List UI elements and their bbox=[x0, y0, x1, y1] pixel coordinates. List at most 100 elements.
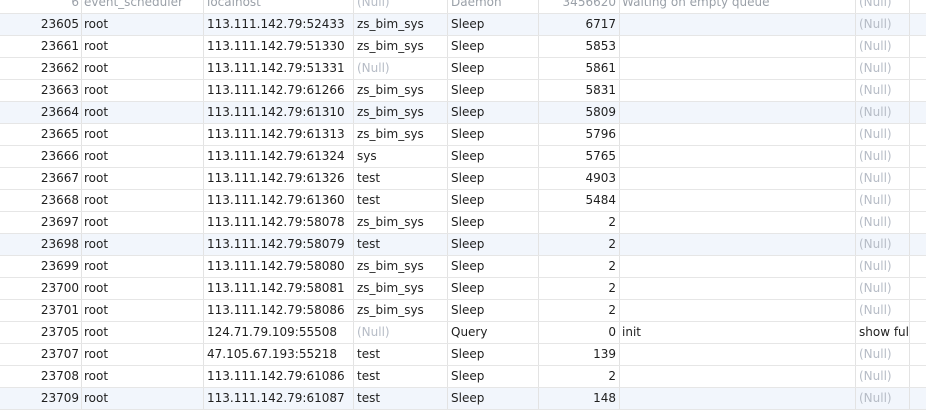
cell-command[interactable]: Sleep bbox=[448, 36, 539, 57]
cell-user[interactable]: root bbox=[82, 190, 204, 211]
cell-id[interactable]: 23709 bbox=[0, 388, 82, 409]
cell-user[interactable]: root bbox=[82, 146, 204, 167]
cell-db[interactable]: (Null) bbox=[354, 58, 448, 79]
table-row[interactable]: 23662 root 113.111.142.79:51331 (Null) Sleep… bbox=[0, 58, 926, 80]
cell-info[interactable]: (Null) bbox=[856, 14, 910, 35]
cell-user[interactable]: event_scheduler bbox=[82, 0, 204, 13]
cell-user[interactable]: root bbox=[82, 36, 204, 57]
cell-host[interactable]: 113.111.142.79:61087 bbox=[204, 388, 354, 409]
cell-command[interactable]: Sleep bbox=[448, 168, 539, 189]
cell-db[interactable]: test bbox=[354, 344, 448, 365]
cell-user[interactable]: root bbox=[82, 102, 204, 123]
cell-command[interactable]: Sleep bbox=[448, 146, 539, 167]
cell-user[interactable]: root bbox=[82, 344, 204, 365]
cell-state[interactable] bbox=[620, 212, 856, 233]
cell-state[interactable] bbox=[620, 36, 856, 57]
cell-time[interactable]: 5796 bbox=[539, 124, 620, 145]
cell-time[interactable]: 5765 bbox=[539, 146, 620, 167]
cell-state[interactable] bbox=[620, 102, 856, 123]
cell-command[interactable]: Query bbox=[448, 322, 539, 343]
cell-db[interactable]: zs_bim_sys bbox=[354, 300, 448, 321]
table-row[interactable]: 23667 root 113.111.142.79:61326 test Sleep 49… bbox=[0, 168, 926, 190]
cell-host[interactable]: 113.111.142.79:52433 bbox=[204, 14, 354, 35]
cell-info[interactable]: (Null) bbox=[856, 80, 910, 101]
cell-info[interactable]: (Null) bbox=[856, 344, 910, 365]
cell-command[interactable]: Sleep bbox=[448, 212, 539, 233]
cell-host[interactable]: 113.111.142.79:61266 bbox=[204, 80, 354, 101]
cell-host[interactable]: 113.111.142.79:58080 bbox=[204, 256, 354, 277]
cell-time[interactable]: 5853 bbox=[539, 36, 620, 57]
cell-user[interactable]: root bbox=[82, 366, 204, 387]
cell-id[interactable]: 23662 bbox=[0, 58, 82, 79]
cell-user[interactable]: root bbox=[82, 58, 204, 79]
cell-time[interactable]: 5831 bbox=[539, 80, 620, 101]
cell-host[interactable]: localhost bbox=[204, 0, 354, 13]
cell-command[interactable]: Sleep bbox=[448, 388, 539, 409]
table-row[interactable]: 23699 root 113.111.142.79:58080 zs_bim_sys S… bbox=[0, 256, 926, 278]
cell-user[interactable]: root bbox=[82, 300, 204, 321]
cell-state[interactable] bbox=[620, 58, 856, 79]
table-row[interactable]: 23668 root 113.111.142.79:61360 test Sleep 54… bbox=[0, 190, 926, 212]
cell-time[interactable]: 2 bbox=[539, 300, 620, 321]
cell-host[interactable]: 113.111.142.79:61310 bbox=[204, 102, 354, 123]
cell-host[interactable]: 113.111.142.79:58081 bbox=[204, 278, 354, 299]
cell-time[interactable]: 5809 bbox=[539, 102, 620, 123]
cell-db[interactable]: sys bbox=[354, 146, 448, 167]
cell-user[interactable]: root bbox=[82, 322, 204, 343]
cell-info[interactable]: (Null) bbox=[856, 168, 910, 189]
cell-id[interactable]: 23667 bbox=[0, 168, 82, 189]
cell-info[interactable]: (Null) bbox=[856, 278, 910, 299]
cell-info[interactable]: (Null) bbox=[856, 124, 910, 145]
cell-info[interactable]: (Null) bbox=[856, 36, 910, 57]
cell-info[interactable]: (Null) bbox=[856, 212, 910, 233]
cell-command[interactable]: Sleep bbox=[448, 190, 539, 211]
table-row[interactable]: 23709 root 113.111.142.79:61087 test Sleep 14… bbox=[0, 388, 926, 410]
cell-time[interactable]: 5861 bbox=[539, 58, 620, 79]
table-row[interactable]: 23605 root 113.111.142.79:52433 zs_bim_sys S… bbox=[0, 14, 926, 36]
cell-host[interactable]: 113.111.142.79:61360 bbox=[204, 190, 354, 211]
cell-host[interactable]: 113.111.142.79:51331 bbox=[204, 58, 354, 79]
cell-state[interactable] bbox=[620, 234, 856, 255]
cell-id[interactable]: 23663 bbox=[0, 80, 82, 101]
cell-db[interactable]: test bbox=[354, 388, 448, 409]
cell-user[interactable]: root bbox=[82, 80, 204, 101]
cell-state[interactable] bbox=[620, 300, 856, 321]
cell-id[interactable]: 23697 bbox=[0, 212, 82, 233]
cell-info[interactable]: (Null) bbox=[856, 256, 910, 277]
cell-time[interactable]: 2 bbox=[539, 256, 620, 277]
cell-db[interactable]: test bbox=[354, 366, 448, 387]
cell-host[interactable]: 113.111.142.79:61326 bbox=[204, 168, 354, 189]
cell-id[interactable]: 23661 bbox=[0, 36, 82, 57]
cell-state[interactable] bbox=[620, 190, 856, 211]
cell-info[interactable]: (Null) bbox=[856, 300, 910, 321]
cell-db[interactable]: (Null) bbox=[354, 0, 448, 13]
cell-command[interactable]: Sleep bbox=[448, 278, 539, 299]
cell-id[interactable]: 23700 bbox=[0, 278, 82, 299]
cell-user[interactable]: root bbox=[82, 212, 204, 233]
cell-state[interactable] bbox=[620, 146, 856, 167]
cell-command[interactable]: Sleep bbox=[448, 366, 539, 387]
cell-user[interactable]: root bbox=[82, 388, 204, 409]
cell-id[interactable]: 23708 bbox=[0, 366, 82, 387]
cell-command[interactable]: Sleep bbox=[448, 300, 539, 321]
table-row[interactable]: 23705 root 124.71.79.109:55508 (Null) Query 0… bbox=[0, 322, 926, 344]
cell-host[interactable]: 113.111.142.79:61324 bbox=[204, 146, 354, 167]
cell-state[interactable] bbox=[620, 124, 856, 145]
cell-user[interactable]: root bbox=[82, 14, 204, 35]
cell-db[interactable]: test bbox=[354, 168, 448, 189]
cell-db[interactable]: zs_bim_sys bbox=[354, 212, 448, 233]
cell-info[interactable]: (Null) bbox=[856, 0, 910, 13]
cell-info[interactable]: show full bbox=[856, 322, 910, 343]
cell-command[interactable]: Sleep bbox=[448, 80, 539, 101]
cell-db[interactable]: zs_bim_sys bbox=[354, 124, 448, 145]
cell-time[interactable]: 6717 bbox=[539, 14, 620, 35]
cell-db[interactable]: zs_bim_sys bbox=[354, 256, 448, 277]
table-row[interactable]: 23708 root 113.111.142.79:61086 test Sleep 2 (… bbox=[0, 366, 926, 388]
cell-host[interactable]: 113.111.142.79:58078 bbox=[204, 212, 354, 233]
cell-time[interactable]: 3456620 bbox=[539, 0, 620, 13]
cell-command[interactable]: Sleep bbox=[448, 102, 539, 123]
cell-host[interactable]: 47.105.67.193:55218 bbox=[204, 344, 354, 365]
cell-db[interactable]: zs_bim_sys bbox=[354, 102, 448, 123]
cell-user[interactable]: root bbox=[82, 278, 204, 299]
cell-id[interactable]: 23665 bbox=[0, 124, 82, 145]
